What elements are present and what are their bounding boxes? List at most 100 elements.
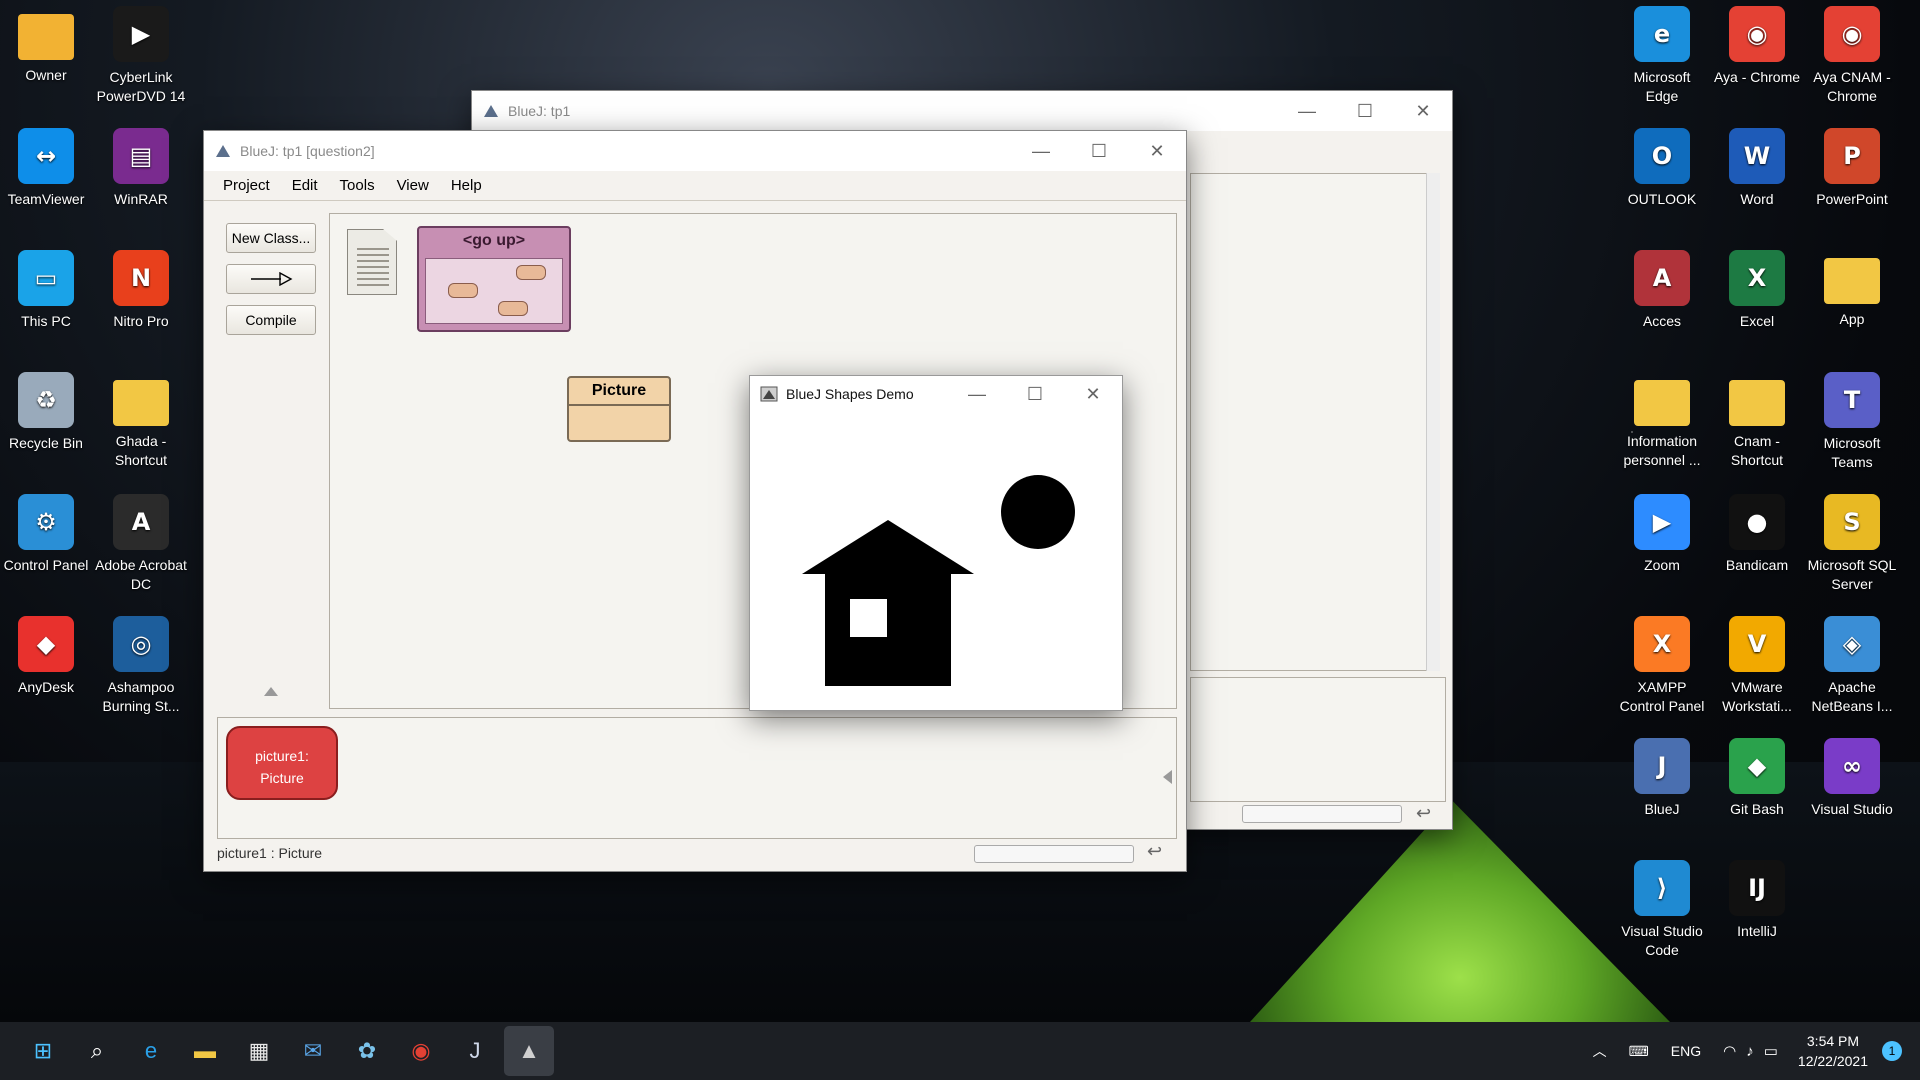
search-icon[interactable]: ⌕ bbox=[72, 1026, 122, 1076]
house-body bbox=[825, 574, 951, 686]
desktop-icon[interactable]: ∞ Visual Studio bbox=[1806, 734, 1898, 819]
desktop-icon[interactable]: A Acces bbox=[1616, 246, 1708, 331]
show-hidden-icons-chevron-icon[interactable]: ︿ bbox=[1593, 1041, 1607, 1061]
clock-date: 12/22/2021 bbox=[1797, 1053, 1868, 1069]
desktop-icon-label: AnyDesk bbox=[17, 679, 75, 695]
collapse-triangle-icon[interactable] bbox=[264, 687, 278, 696]
netbeans-icon: ◈ bbox=[1824, 616, 1880, 672]
desktop-icon[interactable]: IJ IntelliJ bbox=[1711, 856, 1803, 941]
store-icon[interactable]: ▦ bbox=[234, 1026, 284, 1076]
notification-badge[interactable]: 1 bbox=[1882, 1041, 1902, 1061]
readme-document-icon[interactable] bbox=[347, 229, 397, 295]
shapes-demo-title: BlueJ Shapes Demo bbox=[786, 386, 914, 402]
return-icon[interactable]: ↩ bbox=[1147, 841, 1162, 862]
desktop-icon[interactable]: A Adobe Acrobat DC bbox=[95, 490, 187, 594]
desktop-icon[interactable]: Cnam - Shortcut bbox=[1711, 368, 1803, 470]
clock[interactable]: 3:54 PM 12/22/2021 bbox=[1798, 1031, 1868, 1071]
desktop-icon[interactable]: Owner bbox=[0, 2, 92, 85]
scroll-left-icon[interactable] bbox=[1163, 770, 1172, 784]
desktop-icon[interactable]: ◆ AnyDesk bbox=[0, 612, 92, 697]
desktop-icon[interactable]: ◉ Aya CNAM - Chrome bbox=[1806, 2, 1898, 106]
desktop-icon[interactable]: ▤ WinRAR bbox=[95, 124, 187, 209]
back-window-titlebar[interactable]: BlueJ: tp1 — ☐ ✕ bbox=[472, 91, 1452, 131]
desktop-icon[interactable]: Information personnel ... bbox=[1616, 368, 1708, 470]
mail-icon[interactable]: ✉ bbox=[288, 1026, 338, 1076]
desktop-icon-label: Ghada - Shortcut bbox=[114, 433, 168, 468]
desktop-icon[interactable]: J BlueJ bbox=[1616, 734, 1708, 819]
compile-button[interactable]: Compile bbox=[226, 305, 316, 335]
desktop-icon[interactable]: ↔ TeamViewer bbox=[0, 124, 92, 209]
desktop-icon[interactable]: ◉ Aya - Chrome bbox=[1711, 2, 1803, 87]
wifi-icon[interactable]: ◠ bbox=[1723, 1042, 1736, 1060]
desktop-icon[interactable]: X Excel bbox=[1711, 246, 1803, 331]
volume-icon[interactable]: ♪ bbox=[1746, 1043, 1754, 1060]
back-window-return-icon[interactable]: ↩ bbox=[1416, 803, 1431, 824]
menu-edit[interactable]: Edit bbox=[281, 177, 329, 194]
start-icon[interactable]: ⊞ bbox=[18, 1026, 68, 1076]
desktop-icon-label: Adobe Acrobat DC bbox=[95, 557, 187, 592]
paint-icon[interactable]: ✿ bbox=[342, 1026, 392, 1076]
file-explorer-icon[interactable]: ▬ bbox=[180, 1026, 230, 1076]
menu-tools[interactable]: Tools bbox=[329, 177, 386, 194]
desktop-icon[interactable]: N Nitro Pro bbox=[95, 246, 187, 331]
desktop-icon[interactable]: V VMware Workstati... bbox=[1711, 612, 1803, 716]
picture-class-box[interactable]: Picture bbox=[567, 376, 671, 442]
keyboard-icon[interactable]: ⌨ bbox=[1629, 1043, 1649, 1060]
new-arrow-button[interactable] bbox=[226, 264, 316, 294]
desktop-icon[interactable]: W Word bbox=[1711, 124, 1803, 209]
desktop-icon[interactable]: ◎ Ashampoo Burning St... bbox=[95, 612, 187, 716]
desktop-icon[interactable]: ▭ This PC bbox=[0, 246, 92, 331]
battery-icon[interactable]: ▭ bbox=[1764, 1042, 1778, 1060]
desktop-icon-label: Excel bbox=[1739, 313, 1775, 329]
recycle-bin-icon: ♻ bbox=[18, 372, 74, 428]
close-button[interactable]: ✕ bbox=[1064, 376, 1122, 412]
shapes-demo-window[interactable]: BlueJ Shapes Demo — ☐ ✕ bbox=[749, 375, 1123, 711]
chrome-icon[interactable]: ◉ bbox=[396, 1026, 446, 1076]
edge-icon: e bbox=[1634, 6, 1690, 62]
minimize-button[interactable]: — bbox=[948, 376, 1006, 412]
close-button[interactable]: ✕ bbox=[1394, 91, 1452, 131]
desktop-icon[interactable]: T Microsoft Teams bbox=[1806, 368, 1898, 472]
desktop-icon[interactable]: ♻ Recycle Bin bbox=[0, 368, 92, 453]
menu-view[interactable]: View bbox=[386, 177, 440, 194]
desktop-icon[interactable]: e Microsoft Edge bbox=[1616, 2, 1708, 106]
menu-project[interactable]: Project bbox=[212, 177, 281, 194]
desktop-icon[interactable]: ◈ Apache NetBeans I... bbox=[1806, 612, 1898, 716]
back-window-title: BlueJ: tp1 bbox=[508, 103, 571, 119]
desktop-icon[interactable]: Ghada - Shortcut bbox=[95, 368, 187, 470]
folder-icon bbox=[18, 14, 74, 60]
bluej-icon[interactable]: J bbox=[450, 1026, 500, 1076]
desktop-icon[interactable]: App bbox=[1806, 246, 1898, 329]
maximize-button[interactable]: ☐ bbox=[1006, 376, 1064, 412]
desktop-icon[interactable]: ● Bandicam bbox=[1711, 490, 1803, 575]
desktop-icon[interactable]: ▶ Zoom bbox=[1616, 490, 1708, 575]
picture1-object[interactable]: picture1: Picture bbox=[226, 726, 338, 800]
maximize-button[interactable]: ☐ bbox=[1070, 131, 1128, 171]
menu-help[interactable]: Help bbox=[440, 177, 493, 194]
go-up-package[interactable]: <go up> bbox=[417, 226, 571, 332]
new-class-button[interactable]: New Class... bbox=[226, 223, 316, 253]
back-window-scrollbar[interactable] bbox=[1426, 173, 1440, 671]
desktop-icon[interactable]: ◆ Git Bash bbox=[1711, 734, 1803, 819]
minimize-button[interactable]: — bbox=[1278, 91, 1336, 131]
language-indicator[interactable]: ENG bbox=[1671, 1043, 1701, 1059]
desktop-icon-label: TeamViewer bbox=[7, 191, 85, 207]
maximize-button[interactable]: ☐ bbox=[1336, 91, 1394, 131]
acrobat-icon: A bbox=[113, 494, 169, 550]
back-window-canvas bbox=[1190, 173, 1432, 671]
shapes-demo-titlebar[interactable]: BlueJ Shapes Demo — ☐ ✕ bbox=[750, 376, 1122, 412]
desktop-icon[interactable]: ▶ CyberLink PowerDVD 14 bbox=[95, 2, 187, 106]
desktop-icon[interactable]: S Microsoft SQL Server bbox=[1806, 490, 1898, 594]
desktop-icon[interactable]: O OUTLOOK bbox=[1616, 124, 1708, 209]
desktop-icon-label: Microsoft Teams bbox=[1823, 435, 1881, 470]
bluej-logo-icon bbox=[484, 105, 498, 117]
desktop-icon[interactable]: ⟩ Visual Studio Code bbox=[1616, 856, 1708, 960]
main-window-titlebar[interactable]: BlueJ: tp1 [question2] — ☐ ✕ bbox=[204, 131, 1186, 171]
desktop-icon[interactable]: X XAMPP Control Panel bbox=[1616, 612, 1708, 716]
close-button[interactable]: ✕ bbox=[1128, 131, 1186, 171]
edge-icon[interactable]: e bbox=[126, 1026, 176, 1076]
desktop-icon[interactable]: P PowerPoint bbox=[1806, 124, 1898, 209]
minimize-button[interactable]: — bbox=[1012, 131, 1070, 171]
shapes-demo-icon[interactable]: ▲ bbox=[504, 1026, 554, 1076]
desktop-icon[interactable]: ⚙ Control Panel bbox=[0, 490, 92, 575]
